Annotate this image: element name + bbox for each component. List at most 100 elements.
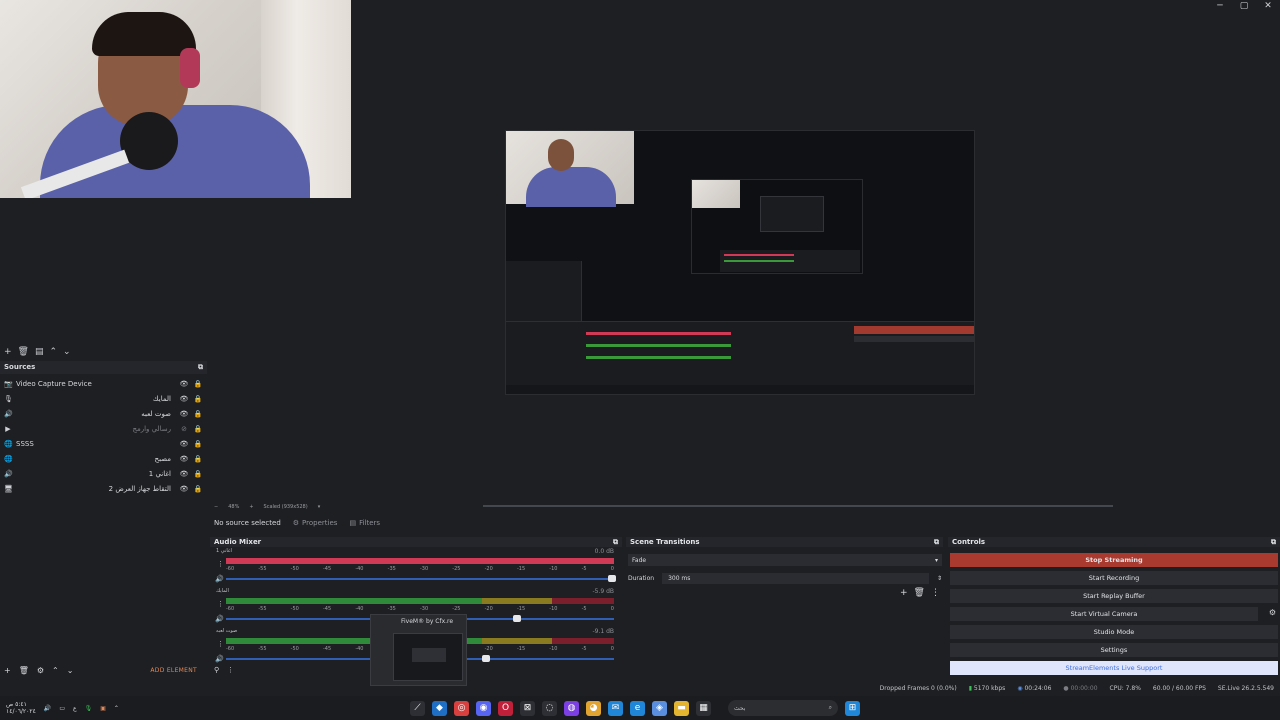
steam-app-icon[interactable]: ◆ <box>432 700 447 716</box>
trash-icon[interactable]: 🗑 <box>914 588 925 598</box>
zoom-out-icon[interactable]: − <box>214 504 218 510</box>
lock-icon[interactable]: 🔒 <box>193 395 203 403</box>
source-name: مصبح <box>154 454 171 463</box>
source-item[interactable]: 🔊 صوت لعبه 👁 🔒 <box>0 406 207 421</box>
start-virtual-camera-button[interactable]: Start Virtual Camera <box>950 607 1258 621</box>
lock-icon[interactable]: 🔒 <box>193 455 203 463</box>
duration-input[interactable]: 300 ms <box>662 572 929 584</box>
source-item[interactable]: ▶ رسالي وارمج ⊘ 🔒 <box>0 421 207 436</box>
program-preview[interactable] <box>505 130 975 395</box>
eye-icon[interactable]: 👁 <box>179 380 189 388</box>
eye-hidden-icon[interactable]: ⊘ <box>179 425 189 433</box>
source-item[interactable]: 🌐 مصبح 👁 🔒 <box>0 451 207 466</box>
filter-icon[interactable]: ▤ <box>35 347 44 357</box>
lock-icon[interactable]: 🔒 <box>193 425 203 433</box>
transition-select[interactable]: Fade ▾ <box>628 554 942 566</box>
move-down-icon[interactable]: ⌄ <box>63 347 71 357</box>
close-icon[interactable]: ✕ <box>1256 0 1280 12</box>
edge-app-icon[interactable]: e <box>630 700 645 716</box>
settings-button[interactable]: Settings <box>950 643 1278 657</box>
start-recording-button[interactable]: Start Recording <box>950 571 1278 585</box>
volume-knob[interactable] <box>608 575 617 582</box>
taskbar-search[interactable]: بحث ⌕ <box>728 700 838 716</box>
chevron-down-icon[interactable]: ▾ <box>318 504 321 510</box>
more-icon[interactable]: ⋮ <box>227 666 234 674</box>
trash-icon[interactable]: 🗑 <box>18 347 29 357</box>
source-item[interactable]: 🌐 SSSS 👁 🔒 <box>0 436 207 451</box>
source-item[interactable]: 🖥 التقاط جهاز العرض 2 👁 🔒 <box>0 481 207 496</box>
xbox-app-icon[interactable]: ⊠ <box>520 700 535 716</box>
tray-app-icon[interactable]: ▣ <box>100 705 106 712</box>
lock-icon[interactable]: 🔒 <box>193 440 203 448</box>
dock-menu-icon[interactable]: ⧉ <box>934 538 939 547</box>
eye-icon[interactable]: 👁 <box>179 470 189 478</box>
gear-icon[interactable]: ⚙ <box>1269 608 1276 617</box>
stepper-icon[interactable]: ⇕ <box>937 575 942 582</box>
more-icon[interactable]: ⋮ <box>217 560 224 568</box>
more-icon[interactable]: ⋮ <box>931 588 940 598</box>
more-icon[interactable]: ⋮ <box>217 600 224 608</box>
dock-menu-icon[interactable]: ⧉ <box>613 538 618 547</box>
source-item[interactable]: 🔊 اغاني 1 👁 🔒 <box>0 466 207 481</box>
trash-icon[interactable]: 🗑 <box>19 666 29 675</box>
lock-icon[interactable]: 🔒 <box>193 410 203 418</box>
volume-icon[interactable]: 🔊 <box>44 705 51 712</box>
discord-app-icon[interactable]: ◉ <box>476 700 491 716</box>
move-down-icon[interactable]: ⌄ <box>67 666 74 675</box>
eye-icon[interactable]: 👁 <box>179 485 189 493</box>
gear-icon[interactable]: ⚙ <box>37 666 44 675</box>
windows-start-icon[interactable]: ⊞ <box>845 700 860 716</box>
properties-button[interactable]: ⚙ Properties <box>293 519 338 527</box>
obs-app-icon[interactable]: ◌ <box>542 700 557 716</box>
link-icon[interactable]: ⚲ <box>214 666 219 674</box>
lock-icon[interactable]: 🔒 <box>193 380 203 388</box>
mic-tray-icon[interactable]: 🎙 <box>85 705 93 712</box>
eye-icon[interactable]: 👁 <box>179 395 189 403</box>
dock-menu-icon[interactable]: ⧉ <box>1271 538 1276 547</box>
opera-app-icon[interactable]: O <box>498 700 513 716</box>
language-icon[interactable]: ع <box>73 705 77 712</box>
store-app-icon[interactable]: ▦ <box>696 700 711 716</box>
media-app-icon[interactable]: ◎ <box>454 700 469 716</box>
mail-app-icon[interactable]: ✉ <box>608 700 623 716</box>
volume-knob[interactable] <box>513 615 522 622</box>
eye-icon[interactable]: 👁 <box>179 410 189 418</box>
minimize-icon[interactable]: ─ <box>1208 0 1232 12</box>
add-element-button[interactable]: ADD ELEMENT <box>150 667 197 674</box>
volume-slider[interactable] <box>226 578 614 580</box>
volume-knob[interactable] <box>482 655 491 662</box>
dock-menu-icon[interactable]: ⧉ <box>198 363 203 372</box>
add-icon[interactable]: + <box>900 588 908 598</box>
app-icon[interactable]: ◍ <box>564 700 579 716</box>
streamelements-support-button[interactable]: StreamElements Live Support <box>950 661 1278 675</box>
move-up-icon[interactable]: ⌃ <box>52 666 59 675</box>
file-explorer-icon[interactable]: ▬ <box>674 700 689 716</box>
add-icon[interactable]: + <box>4 347 12 357</box>
preview-scrollbar[interactable] <box>483 505 1113 507</box>
speaker-icon[interactable]: 🔊 <box>215 655 224 663</box>
speaker-icon[interactable]: 🔊 <box>215 615 224 623</box>
chevron-up-icon[interactable]: ⌃ <box>114 705 119 712</box>
stop-streaming-button[interactable]: Stop Streaming <box>950 553 1278 567</box>
filters-button[interactable]: ▤ Filters <box>349 519 380 527</box>
start-replay-buffer-button[interactable]: Start Replay Buffer <box>950 589 1278 603</box>
add-icon[interactable]: + <box>4 666 11 675</box>
lock-icon[interactable]: 🔒 <box>193 470 203 478</box>
eye-icon[interactable]: 👁 <box>179 455 189 463</box>
zoom-in-icon[interactable]: + <box>249 504 253 510</box>
lock-icon[interactable]: 🔒 <box>193 485 203 493</box>
source-item[interactable]: 📷 Video Capture Device 👁 🔒 <box>0 376 207 391</box>
source-item[interactable]: 🎙 المايك 👁 🔒 <box>0 391 207 406</box>
fivem-app-icon[interactable]: ⟋ <box>410 700 425 716</box>
move-up-icon[interactable]: ⌃ <box>50 347 58 357</box>
app-icon[interactable]: ◈ <box>652 700 667 716</box>
maximize-icon[interactable]: ▢ <box>1232 0 1256 12</box>
clock[interactable]: ٥:٤١ ص ١٤/٠٦/٢٠٢٤ <box>6 701 36 715</box>
eye-icon[interactable]: 👁 <box>179 440 189 448</box>
fivem-taskbar-preview[interactable]: FiveM® by Cfx.re <box>370 614 467 686</box>
chrome-app-icon[interactable]: ◕ <box>586 700 601 716</box>
studio-mode-button[interactable]: Studio Mode <box>950 625 1278 639</box>
network-icon[interactable]: ▭ <box>59 705 65 712</box>
speaker-icon[interactable]: 🔊 <box>215 575 224 583</box>
more-icon[interactable]: ⋮ <box>217 640 224 648</box>
